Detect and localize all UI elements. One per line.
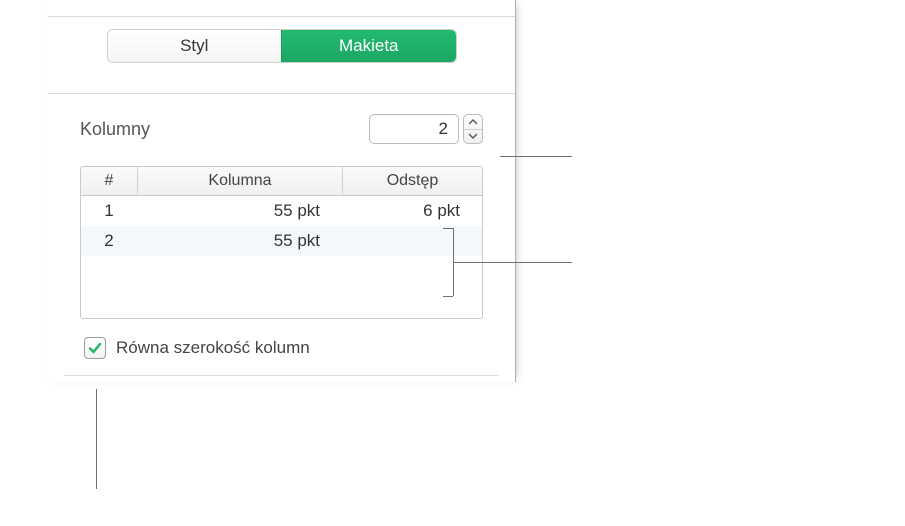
column-header-kolumna[interactable]: Kolumna bbox=[137, 167, 342, 195]
callout-line bbox=[453, 262, 572, 263]
equal-width-checkbox[interactable] bbox=[84, 337, 106, 359]
columns-table: # Kolumna Odstęp 1 55 pkt 6 pkt 2 55 pkt bbox=[80, 166, 483, 319]
stepper-down[interactable] bbox=[464, 129, 482, 144]
columns-row: Kolumny bbox=[48, 94, 515, 144]
cell-kolumna: 55 pkt bbox=[137, 196, 342, 226]
table-row[interactable]: 1 55 pkt 6 pkt bbox=[81, 196, 482, 226]
callout-line bbox=[500, 156, 572, 157]
column-header-num[interactable]: # bbox=[81, 167, 137, 195]
cell-odstep: 6 pkt bbox=[342, 196, 482, 226]
table-empty-space bbox=[81, 256, 482, 318]
column-header-odstep[interactable]: Odstęp bbox=[342, 167, 482, 195]
segmented-control: Styl Makieta bbox=[107, 29, 457, 63]
chevron-up-icon bbox=[469, 119, 477, 125]
cell-odstep bbox=[342, 226, 482, 256]
table-body: 1 55 pkt 6 pkt 2 55 pkt bbox=[81, 196, 482, 318]
columns-stepper-group bbox=[369, 114, 483, 144]
columns-stepper bbox=[463, 114, 483, 144]
inspector-panel: Styl Makieta Kolumny # Kolumna Odstęp bbox=[48, 0, 516, 382]
callout-line bbox=[96, 389, 97, 489]
equal-width-label: Równa szerokość kolumn bbox=[116, 338, 310, 358]
tab-style[interactable]: Styl bbox=[108, 30, 282, 62]
cell-kolumna: 55 pkt bbox=[137, 226, 342, 256]
callout-line bbox=[443, 296, 453, 297]
check-icon bbox=[88, 341, 102, 355]
tab-layout[interactable]: Makieta bbox=[281, 30, 456, 62]
chevron-down-icon bbox=[469, 133, 477, 139]
table-header: # Kolumna Odstęp bbox=[81, 167, 482, 196]
callout-line bbox=[443, 228, 453, 229]
cell-num: 2 bbox=[81, 226, 137, 256]
equal-width-row: Równa szerokość kolumn bbox=[48, 319, 515, 359]
columns-input[interactable] bbox=[369, 114, 459, 144]
table-row[interactable]: 2 55 pkt bbox=[81, 226, 482, 256]
columns-label: Kolumny bbox=[80, 119, 150, 140]
cell-num: 1 bbox=[81, 196, 137, 226]
divider bbox=[48, 16, 515, 17]
stepper-up[interactable] bbox=[464, 115, 482, 129]
divider bbox=[64, 375, 499, 376]
